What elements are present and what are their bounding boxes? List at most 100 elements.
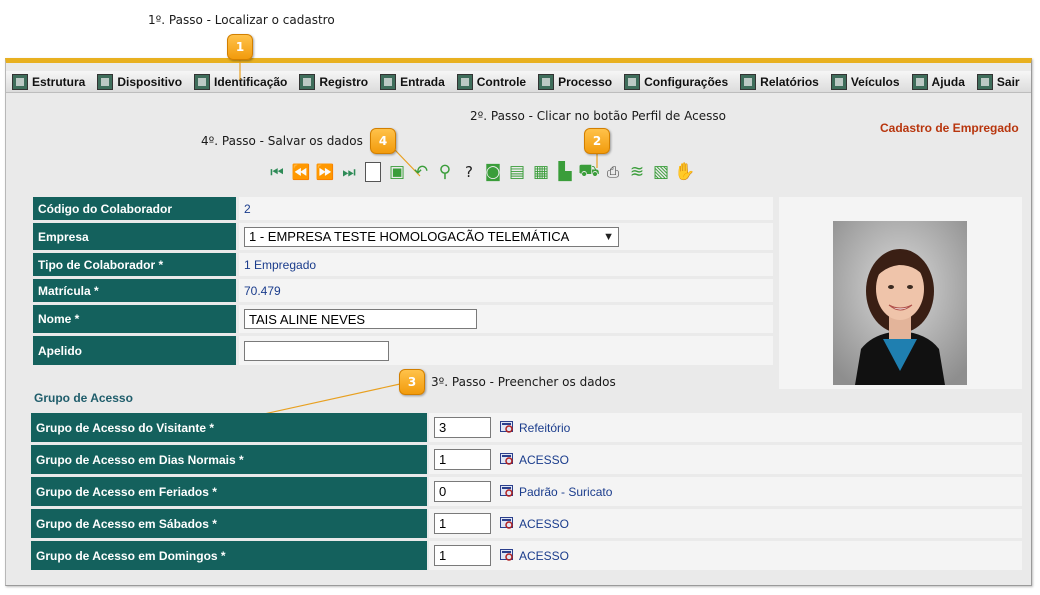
empresa-select[interactable]: 1 - EMPRESA TESTE HOMOLOGACÃO TELEMÁTICA… <box>244 226 619 247</box>
access-lookup-domingos[interactable]: ACESSO <box>500 549 569 563</box>
access-row-domingos: 1 ACESSO <box>429 541 1022 570</box>
menu-item-registro[interactable]: Registro <box>293 71 374 93</box>
device-icon <box>97 73 114 90</box>
menu-item-configuracoes[interactable]: Configurações <box>618 71 734 93</box>
lookup-icon <box>500 453 513 465</box>
menu-item-sair[interactable]: Sair <box>971 71 1026 93</box>
apelido-cell <box>239 336 773 365</box>
undo-icon[interactable]: ↶ <box>410 160 432 184</box>
access-row-label-visitante: Grupo de Acesso do Visitante * <box>31 413 427 442</box>
menu-label: Estrutura <box>32 74 86 89</box>
access-link-visitante[interactable]: Refeitório <box>519 421 570 435</box>
step-badge-3: 3 <box>399 369 425 395</box>
lookup-icon <box>500 485 513 497</box>
access-input-feriados[interactable]: 0 <box>434 481 491 502</box>
biometric-icon[interactable]: ≋ <box>626 160 648 184</box>
step-badge-2: 2 <box>584 128 610 154</box>
nome-cell: TAIS ALINE NEVES <box>239 305 773 333</box>
photo-icon[interactable]: ◙ <box>482 160 504 184</box>
menu-label: Dispositivo <box>117 74 183 89</box>
menu-item-veiculos[interactable]: Veículos <box>825 71 906 93</box>
annotation-step-1: 1º. Passo - Localizar o cadastro <box>148 13 335 27</box>
access-lookup-dias-normais[interactable]: ACESSO <box>500 453 569 467</box>
access-row-visitante: 3 Refeitório <box>429 413 1022 442</box>
codigo-value: 2 <box>239 197 773 220</box>
access-input-sabados[interactable]: 1 <box>434 513 491 534</box>
matricula-value: 70.479 <box>239 279 773 302</box>
record-toolbar: ⏮ ⏪ ⏩ ⏭ ▣ ↶ ⚲ ? ◙ ▤ ▦ ▙ ⛟ ⎙ ≋ ▧ ✋ <box>266 158 696 186</box>
menu-label: Controle <box>476 74 527 89</box>
previous-record-icon[interactable]: ⏪ <box>290 160 312 184</box>
reports-icon <box>740 73 757 90</box>
access-row-label-domingos: Grupo de Acesso em Domingos * <box>31 541 427 570</box>
menu-label: Sair <box>996 74 1020 89</box>
tipo-value: 1 Empregado <box>239 253 773 276</box>
access-lookup-visitante[interactable]: Refeitório <box>500 421 570 435</box>
menu-item-entrada[interactable]: Entrada <box>374 71 451 93</box>
structure-icon <box>12 73 28 90</box>
menu-label: Entrada <box>400 74 445 89</box>
menu-label: Relatórios <box>760 74 819 89</box>
menu-label: Veículos <box>850 74 900 89</box>
next-record-icon[interactable]: ⏩ <box>314 160 336 184</box>
last-record-icon[interactable]: ⏭ <box>338 160 360 184</box>
access-input-visitante[interactable]: 3 <box>434 417 491 438</box>
menu-item-controle[interactable]: Controle <box>451 71 532 93</box>
apelido-input[interactable] <box>244 340 389 361</box>
menu-label: Registro <box>319 74 369 89</box>
chevron-down-icon: ▼ <box>603 230 614 243</box>
control-icon <box>456 73 473 90</box>
empresa-cell: 1 - EMPRESA TESTE HOMOLOGACÃO TELEMÁTICA… <box>239 223 773 250</box>
access-lookup-feriados[interactable]: Padrão - Suricato <box>500 485 612 499</box>
access-link-domingos[interactable]: ACESSO <box>519 549 569 563</box>
menu-item-identificacao[interactable]: Identificação <box>188 71 293 93</box>
menu-item-relatorios[interactable]: Relatórios <box>734 71 825 93</box>
access-profile-icon[interactable]: ▤ <box>506 160 528 184</box>
access-input-domingos[interactable]: 1 <box>434 545 491 566</box>
access-link-dias-normais[interactable]: ACESSO <box>519 453 569 467</box>
settings-icon <box>624 73 641 90</box>
menu-label: Identificação <box>214 74 288 89</box>
menu-label: Ajuda <box>931 74 965 89</box>
page-title: Cadastro de Empregado <box>880 121 1019 135</box>
menu-bar: Estrutura Dispositivo Identificação Regi… <box>6 71 1031 93</box>
annotation-step-3: 3º. Passo - Preencher os dados <box>431 375 616 389</box>
menu-label: Processo <box>558 74 613 89</box>
menu-item-dispositivo[interactable]: Dispositivo <box>91 71 188 93</box>
vehicle-icon[interactable]: ⛟ <box>578 160 600 184</box>
help-icon <box>911 73 928 90</box>
access-lookup-sabados[interactable]: ACESSO <box>500 517 569 531</box>
record-icon <box>299 73 316 90</box>
access-input-dias-normais[interactable]: 1 <box>434 449 491 470</box>
help-icon[interactable]: ? <box>458 160 480 184</box>
menu-item-processo[interactable]: Processo <box>532 71 618 93</box>
lookup-icon <box>500 549 513 561</box>
exit-icon <box>976 73 993 90</box>
access-row-sabados: 1 ACESSO <box>429 509 1022 538</box>
access-group-title: Grupo de Acesso <box>34 391 133 405</box>
menu-item-estrutura[interactable]: Estrutura <box>6 71 91 93</box>
annotation-step-2: 2º. Passo - Clicar no botão Perfil de Ac… <box>470 109 726 123</box>
access-link-sabados[interactable]: ACESSO <box>519 517 569 531</box>
hierarchy-icon[interactable]: ▙ <box>554 160 576 184</box>
nome-input[interactable]: TAIS ALINE NEVES <box>244 309 477 329</box>
codigo-label: Código do Colaborador <box>33 197 236 220</box>
portrait-image <box>833 221 967 385</box>
save-icon[interactable]: ▣ <box>386 160 408 184</box>
nome-label: Nome * <box>33 305 236 333</box>
access-link-feriados[interactable]: Padrão - Suricato <box>519 485 612 499</box>
annotation-step-4: 4º. Passo - Salvar os dados <box>201 134 363 148</box>
employee-photo <box>833 221 967 385</box>
new-document-icon[interactable] <box>362 160 384 184</box>
hand-icon[interactable]: ✋ <box>674 160 696 184</box>
printer-icon[interactable]: ⎙ <box>602 160 624 184</box>
process-icon <box>538 73 555 90</box>
document-icon[interactable]: ▦ <box>530 160 552 184</box>
first-record-icon[interactable]: ⏮ <box>266 160 288 184</box>
badge-icon[interactable]: ▧ <box>650 160 672 184</box>
access-row-dias-normais: 1 ACESSO <box>429 445 1022 474</box>
empresa-label: Empresa <box>33 223 236 250</box>
search-icon[interactable]: ⚲ <box>434 160 456 184</box>
step-badge-1: 1 <box>227 34 253 60</box>
menu-item-ajuda[interactable]: Ajuda <box>906 71 971 93</box>
